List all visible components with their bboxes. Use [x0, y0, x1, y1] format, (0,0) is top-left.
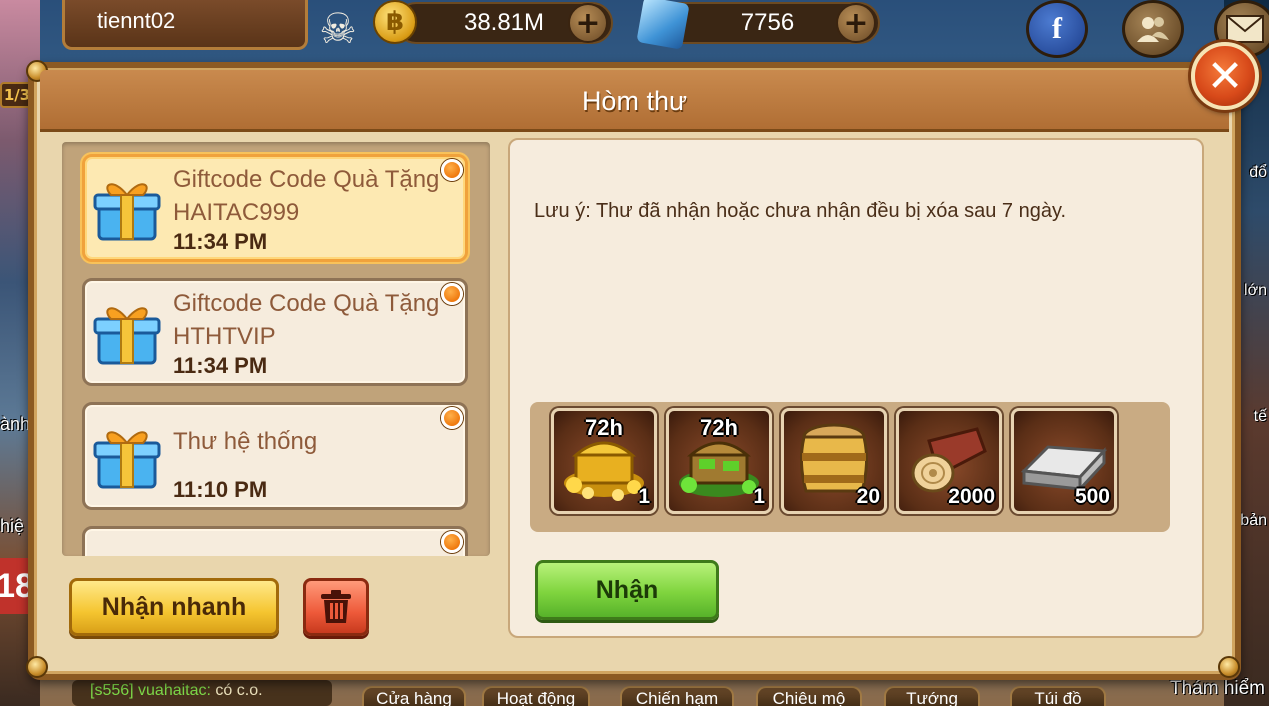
delete-button[interactable]: [303, 578, 369, 636]
friends-button[interactable]: [1122, 0, 1184, 58]
gift-box-icon: [93, 183, 161, 241]
facebook-button[interactable]: f: [1026, 0, 1088, 58]
unread-dot-icon: [441, 407, 463, 429]
reward-quantity: 500: [1074, 485, 1110, 508]
unread-dot-icon: [441, 159, 463, 181]
reward-quantity: 1: [638, 485, 650, 508]
reward-duration: 72h: [585, 415, 623, 440]
mail-item[interactable]: Giftcode Code Quà Tặng HTHTVIP 11:34 PM: [82, 278, 468, 386]
mail-item[interactable]: Thư hệ thống 11:10 PM: [82, 402, 468, 510]
dialog-header: Hòm thư: [40, 70, 1229, 132]
reward-quantity: 2000: [948, 485, 995, 508]
side-label: lớn: [1244, 282, 1267, 299]
reward-item[interactable]: 72h 1: [666, 408, 772, 514]
reward-item[interactable]: 20: [781, 408, 887, 514]
trash-icon: [321, 590, 351, 623]
gem-icon: [636, 0, 690, 50]
mail-notice: Lưu ý: Thư đã nhận hoặc chưa nhận đều bị…: [534, 200, 1067, 222]
claim-button[interactable]: Nhận: [535, 560, 719, 620]
mail-time: 11:34 PM: [173, 353, 268, 378]
reward-item[interactable]: 2000: [896, 408, 1002, 514]
player-name[interactable]: tiennt02: [62, 0, 308, 50]
mail-time: 11:10 PM: [173, 477, 268, 502]
reward-item[interactable]: 72h 1: [551, 408, 657, 514]
frame-corner-ornament: [26, 656, 48, 678]
top-hud: tiennt02 ☠ 38.81M ฿ + 7756 + f: [0, 0, 1269, 58]
gold-amount: 38.81M: [463, 9, 545, 36]
tab-shop[interactable]: Cửa hàng: [362, 686, 466, 706]
unread-dot-icon: [441, 283, 463, 305]
explore-button[interactable]: Thám hiểm: [1170, 678, 1265, 700]
add-gems-button[interactable]: +: [836, 3, 876, 43]
side-label: đổ: [1249, 164, 1267, 181]
gem-amount: 7756: [740, 9, 795, 36]
unread-dot-icon: [441, 531, 463, 553]
frame-corner-ornament: [1218, 656, 1240, 678]
gold-coin-icon: ฿: [373, 0, 417, 44]
chat-sender: [s556] vuahaitac:: [90, 682, 211, 699]
close-icon: ✕: [1206, 50, 1244, 102]
tab-recruit[interactable]: Chiêu mộ: [756, 686, 862, 706]
side-label: hiệ: [0, 516, 25, 536]
mail-time: 11:34 PM: [173, 229, 268, 254]
add-gold-button[interactable]: +: [568, 3, 608, 43]
tab-heroes[interactable]: Tướng: [884, 686, 980, 706]
side-label: tế: [1253, 408, 1267, 425]
mail-subject: Giftcode Code Quà Tặng HAITAC999: [173, 166, 440, 226]
vip-badge: 18: [0, 558, 34, 614]
reward-quantity: 20: [856, 485, 880, 508]
tab-events[interactable]: Hoạt động: [482, 686, 590, 706]
quick-claim-button[interactable]: Nhận nhanh: [69, 578, 279, 636]
chat-preview[interactable]: [s556] vuahaitac: có c.o.: [72, 680, 332, 706]
tab-warships[interactable]: Chiến hạm: [620, 686, 734, 706]
chat-message: có c.o.: [215, 682, 263, 699]
facebook-icon: f: [1052, 12, 1062, 45]
dialog-title: Hòm thư: [581, 86, 688, 116]
side-label: bản: [1240, 512, 1267, 529]
gift-box-icon: [93, 307, 161, 365]
envelope-icon: [1226, 15, 1264, 43]
mail-subject: Thư hệ thống: [173, 428, 318, 455]
friends-icon: [1137, 17, 1169, 42]
reward-duration: 72h: [700, 415, 738, 440]
close-button[interactable]: ✕: [1191, 42, 1259, 110]
mail-item[interactable]: Giftcode Code Quà Tặng HAITAC999 11:34 P…: [82, 154, 468, 262]
tab-inventory[interactable]: Túi đồ: [1010, 686, 1106, 706]
side-label: ành: [0, 414, 31, 434]
reward-quantity: 1: [753, 485, 765, 508]
reward-item[interactable]: 500: [1011, 408, 1117, 514]
mail-list[interactable]: Giftcode Code Quà Tặng HAITAC999 11:34 P…: [62, 142, 490, 556]
mail-item[interactable]: [82, 526, 468, 556]
mail-subject: Giftcode Code Quà Tặng HTHTVIP: [173, 290, 440, 350]
gift-box-icon: [93, 431, 161, 489]
jolly-roger-icon: ☠: [319, 3, 357, 53]
